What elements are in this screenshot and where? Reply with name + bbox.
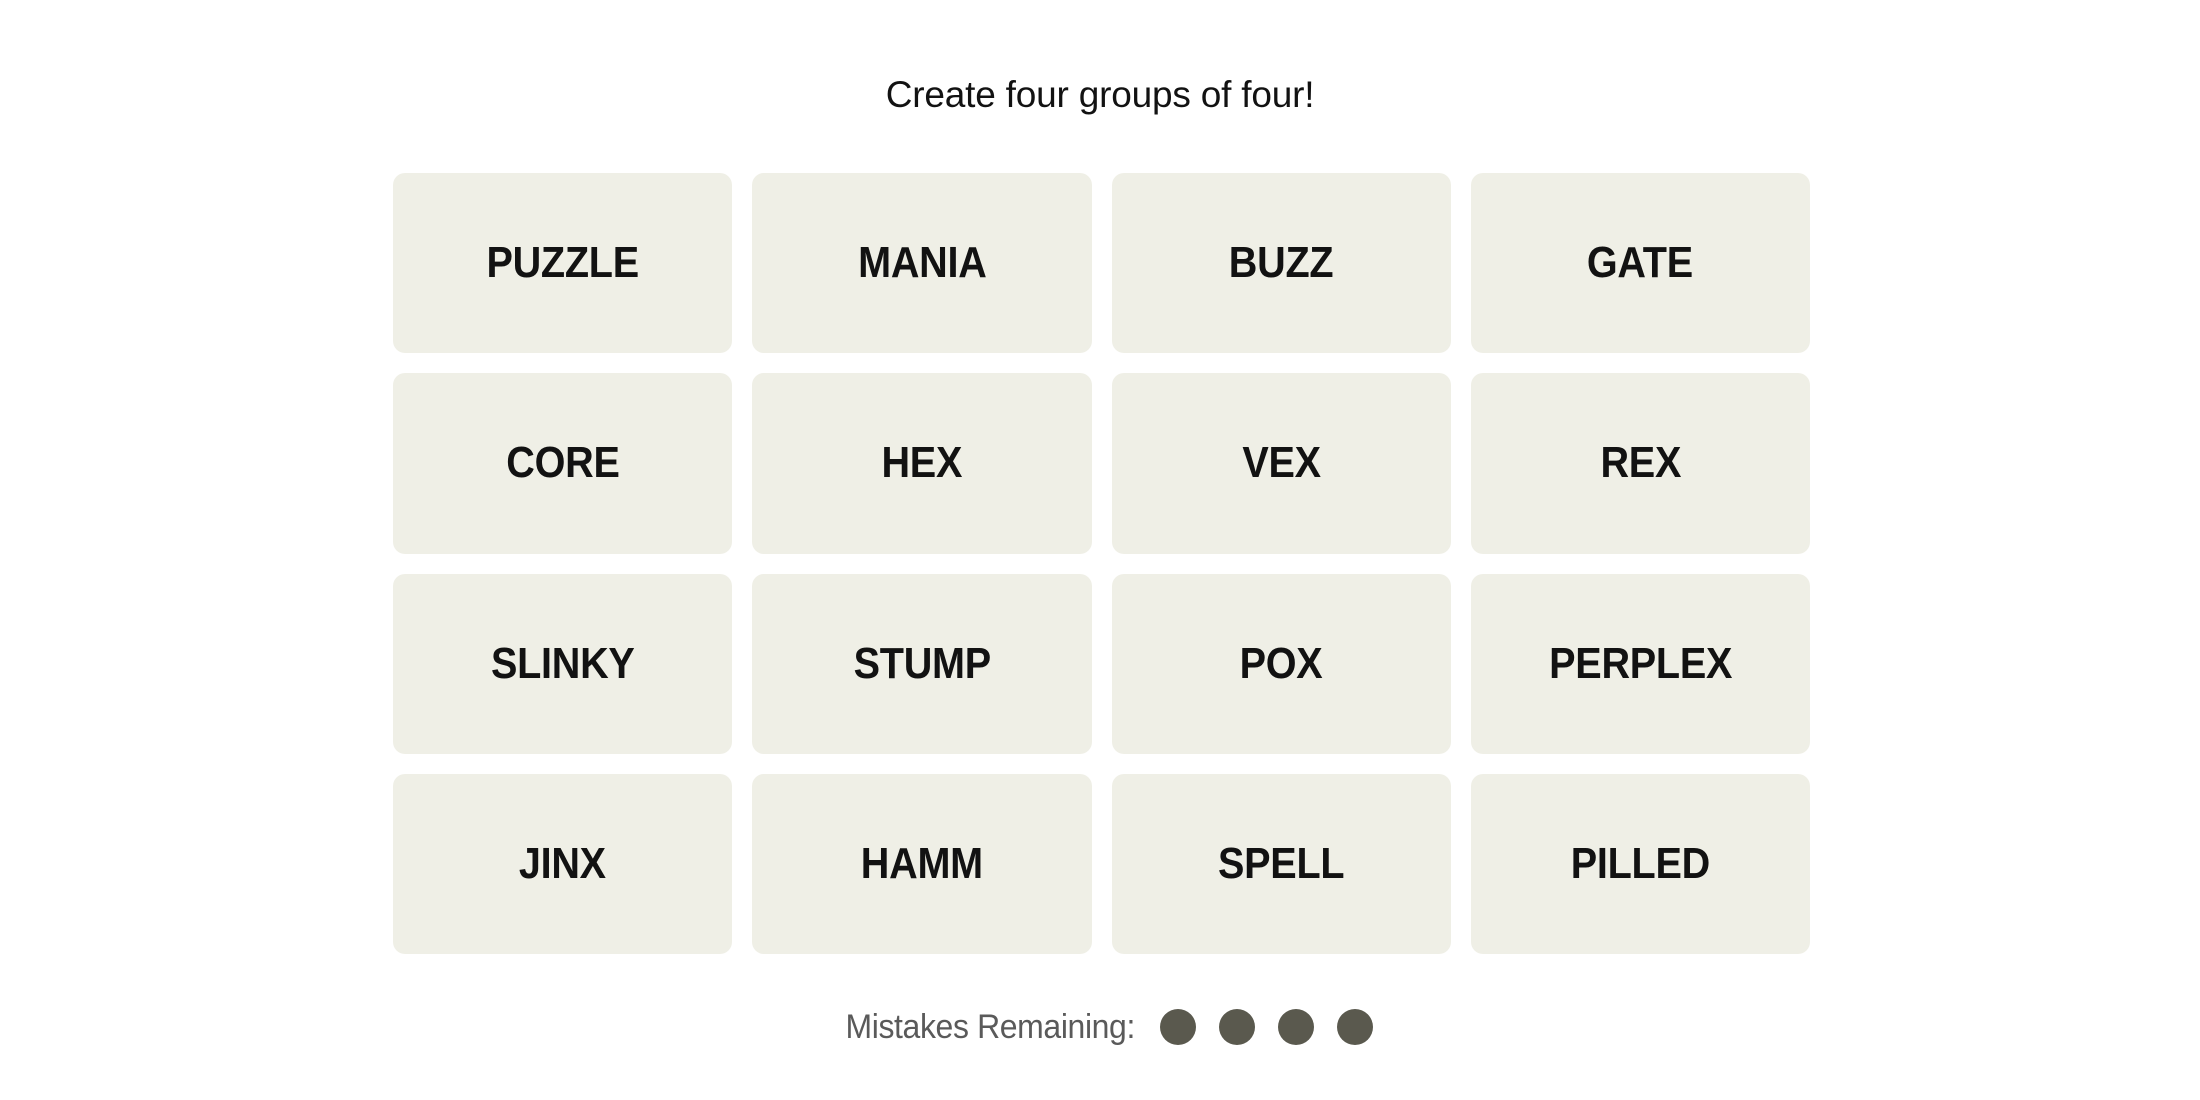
tile-word: CORE (505, 438, 620, 488)
word-tile[interactable]: HAMM (752, 773, 1092, 954)
word-tile[interactable]: BUZZ (1111, 173, 1451, 354)
word-tile[interactable]: HEX (752, 373, 1092, 554)
tile-word: SPELL (1217, 838, 1345, 888)
word-tile[interactable]: PERPLEX (1470, 573, 1810, 754)
tile-word: GATE (1587, 238, 1694, 288)
word-tile[interactable]: PILLED (1470, 773, 1810, 954)
tile-word: HEX (881, 438, 963, 488)
mistake-dots (1160, 1009, 1374, 1045)
tile-word: VEX (1241, 438, 1321, 488)
tile-word: STUMP (853, 638, 991, 688)
word-tile[interactable]: STUMP (752, 573, 1092, 754)
tile-word: REX (1600, 438, 1681, 488)
mistake-dot (1219, 1009, 1256, 1045)
mistakes-label: Mistakes Remaining: (844, 1007, 1135, 1046)
word-tile[interactable]: GATE (1470, 173, 1810, 354)
tile-word: POX (1239, 638, 1323, 688)
tile-word: JINX (519, 838, 607, 888)
tile-word: PUZZLE (486, 238, 639, 288)
mistake-dot (1160, 1009, 1197, 1045)
word-grid: PUZZLE MANIA BUZZ GATE CORE HEX VEX REX … (393, 173, 1810, 954)
tile-word: PERPLEX (1548, 638, 1732, 688)
tile-word: PILLED (1570, 838, 1710, 888)
word-tile[interactable]: CORE (393, 373, 733, 554)
tile-word: MANIA (857, 238, 987, 288)
word-tile[interactable]: PUZZLE (393, 173, 733, 354)
word-tile[interactable]: SLINKY (393, 573, 733, 754)
word-tile[interactable]: JINX (393, 773, 733, 954)
tile-word: SLINKY (490, 638, 635, 688)
tile-word: HAMM (860, 838, 983, 888)
mistakes-remaining: Mistakes Remaining: (0, 1004, 2200, 1050)
instruction-title: Create four groups of four! (885, 74, 1315, 115)
mistake-dot (1337, 1009, 1374, 1045)
word-tile[interactable]: REX (1470, 373, 1810, 554)
tile-word: BUZZ (1228, 238, 1334, 288)
mistake-dot (1278, 1009, 1315, 1045)
word-tile[interactable]: MANIA (752, 173, 1092, 354)
word-tile[interactable]: POX (1111, 573, 1451, 754)
word-tile[interactable]: VEX (1111, 373, 1451, 554)
word-tile[interactable]: SPELL (1111, 773, 1451, 954)
